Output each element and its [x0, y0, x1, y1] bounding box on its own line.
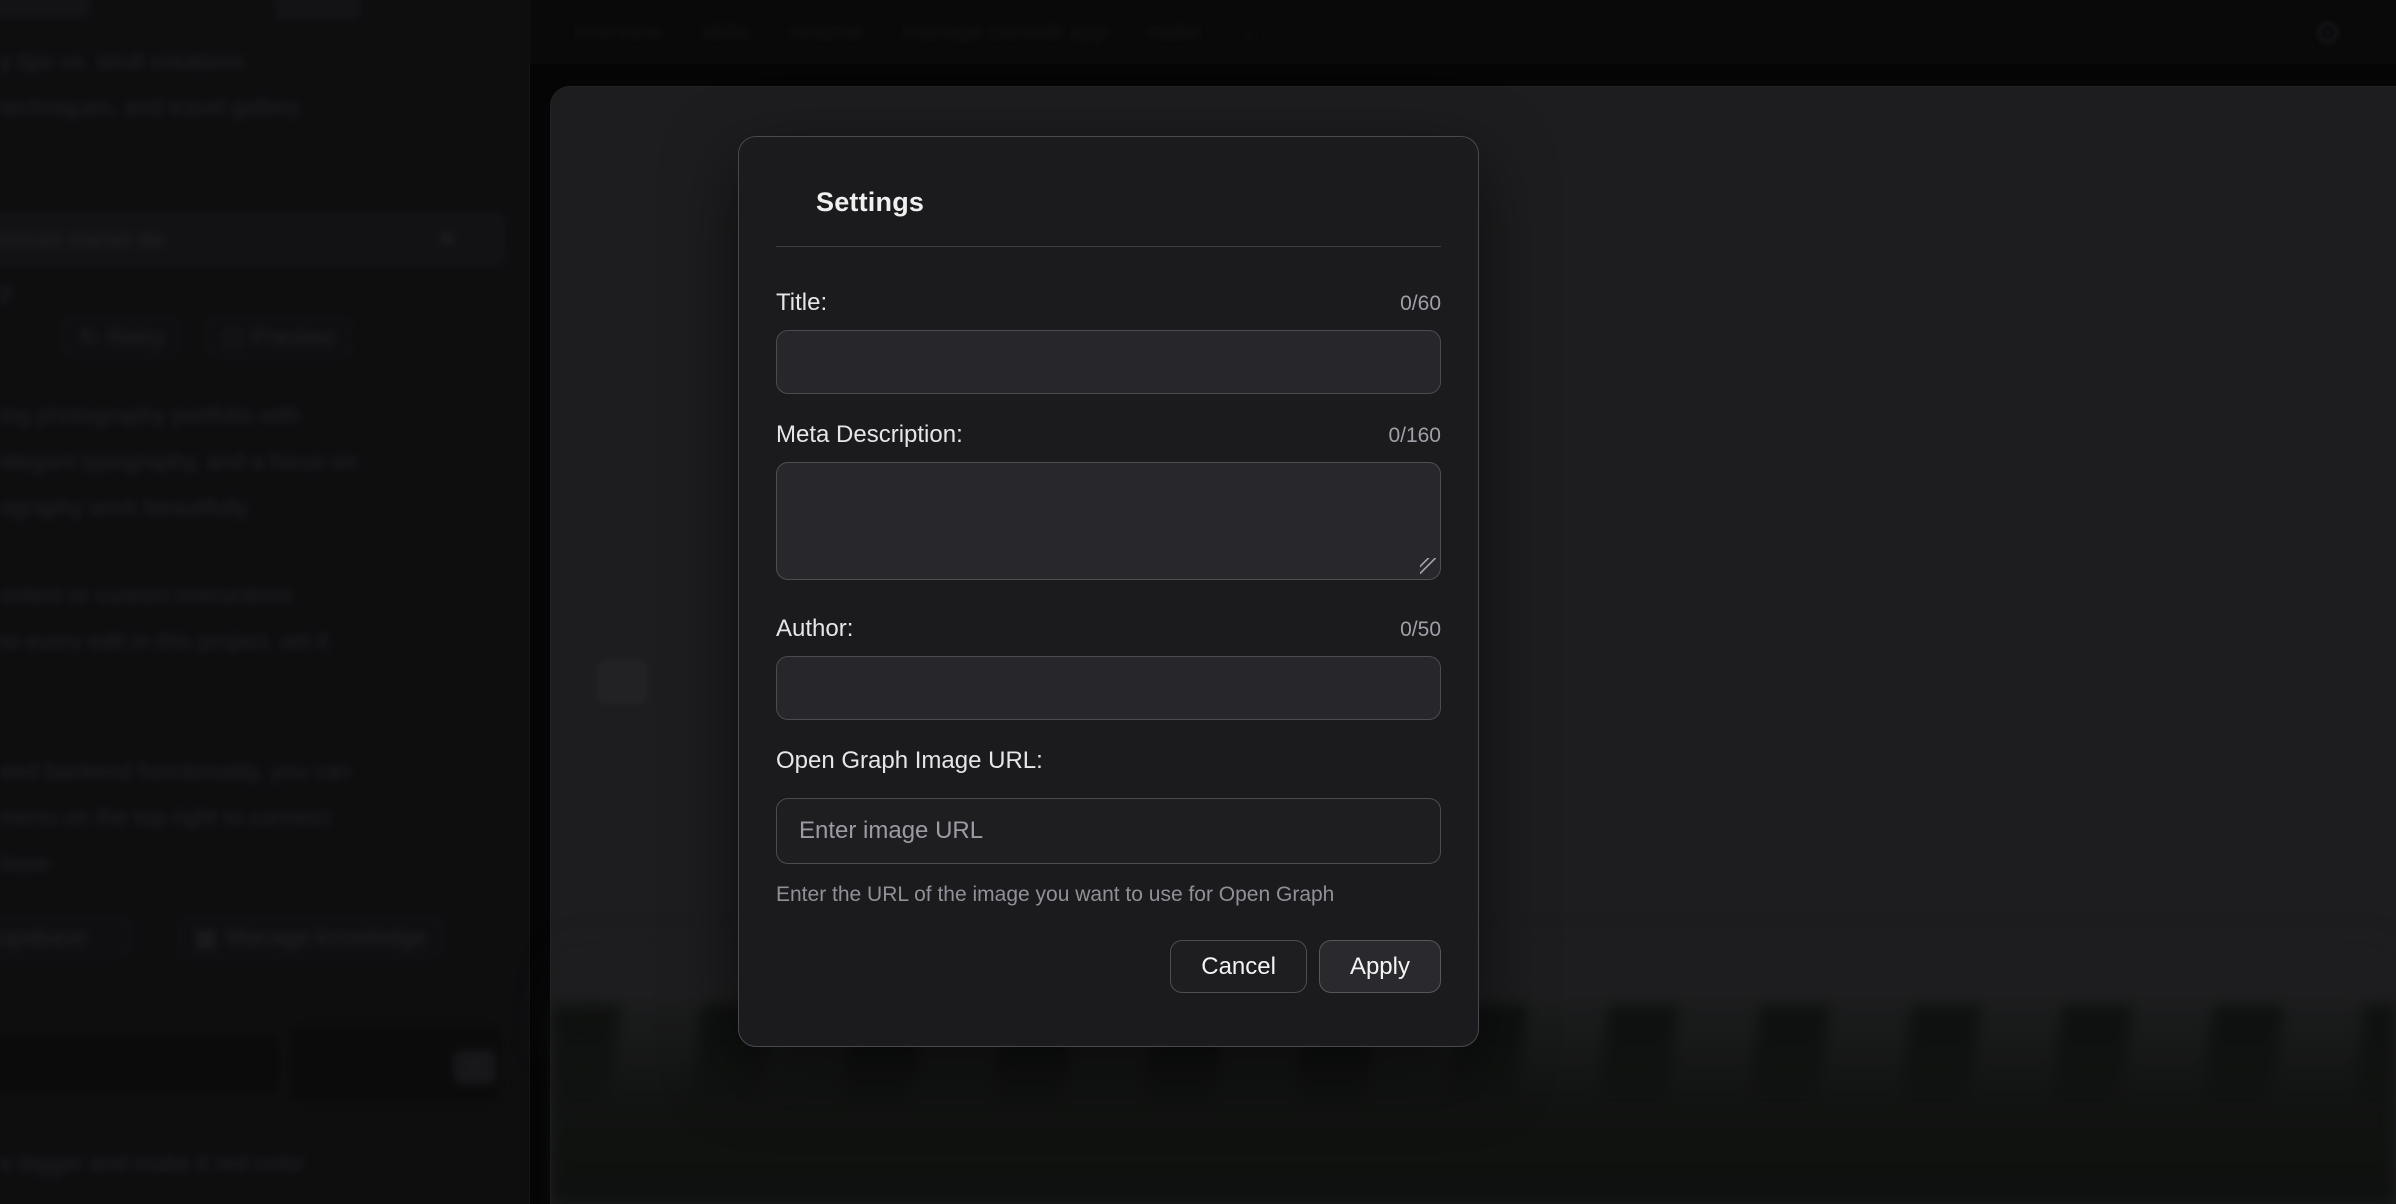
meta-description-field-row: Meta Description: 0/160 — [776, 421, 1441, 449]
author-field-row: Author: 0/50 — [776, 615, 1441, 643]
og-image-url-input[interactable] — [776, 798, 1441, 864]
title-label: Title: — [776, 289, 827, 317]
settings-modal: Settings Title: 0/60 Meta Description: 0… — [738, 136, 1479, 1047]
meta-description-counter: 0/160 — [1388, 424, 1441, 448]
textarea-resize-handle[interactable] — [1420, 558, 1436, 574]
author-label: Author: — [776, 615, 853, 643]
meta-description-wrap — [776, 462, 1441, 580]
title-counter: 0/60 — [1400, 292, 1441, 316]
og-image-label: Open Graph Image URL: — [776, 747, 1043, 775]
title-input[interactable] — [776, 330, 1441, 394]
author-input[interactable] — [776, 656, 1441, 720]
meta-description-textarea[interactable] — [776, 462, 1441, 580]
modal-title: Settings — [816, 187, 1441, 218]
modal-body: Title: 0/60 Meta Description: 0/160 Auth… — [739, 247, 1478, 993]
cancel-button[interactable]: Cancel — [1170, 940, 1307, 993]
modal-actions: Cancel Apply — [776, 940, 1441, 993]
og-image-helper-text: Enter the URL of the image you want to u… — [776, 883, 1441, 907]
meta-description-label: Meta Description: — [776, 421, 963, 449]
author-counter: 0/50 — [1400, 618, 1441, 642]
modal-header: Settings — [739, 137, 1478, 247]
og-image-field-row: Open Graph Image URL: — [776, 747, 1441, 775]
apply-button[interactable]: Apply — [1319, 940, 1441, 993]
title-field-row: Title: 0/60 — [776, 289, 1441, 317]
